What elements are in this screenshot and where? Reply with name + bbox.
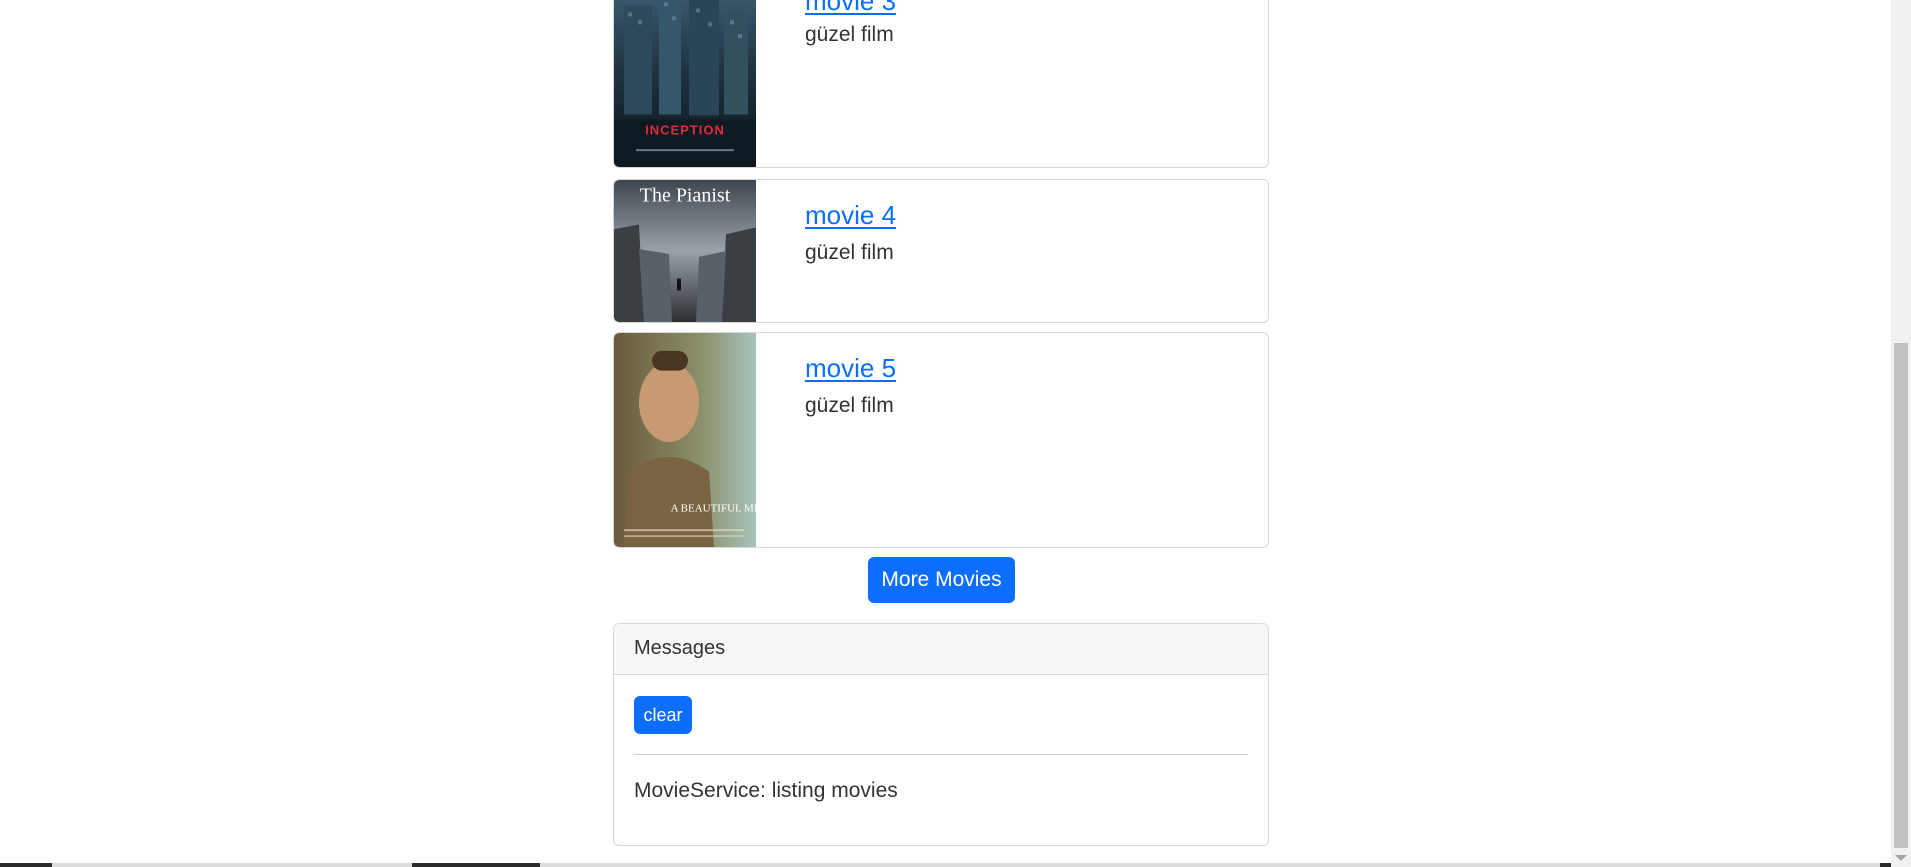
messages-title: Messages: [634, 637, 726, 659]
page: INCEPTION movie 3 güzel film The Pianist…: [0, 0, 1891, 867]
poster-title-text: The Pianist: [640, 185, 731, 207]
window-bottom-edge: [0, 863, 1891, 867]
message-item: MovieService: listing movies: [634, 779, 898, 802]
scrollbar-thumb[interactable]: [1894, 343, 1908, 848]
movie-card: INCEPTION movie 3 güzel film: [613, 0, 1269, 168]
poster-title-text: INCEPTION: [645, 122, 725, 137]
vertical-scrollbar[interactable]: [1891, 0, 1911, 867]
divider: [634, 754, 1248, 755]
movie-title-link[interactable]: movie 5: [805, 353, 896, 384]
movie-card: The Pianist movie 4 güzel film: [613, 179, 1269, 323]
movie-description: güzel film: [805, 394, 894, 417]
clear-button[interactable]: clear: [634, 696, 692, 734]
movie-description: güzel film: [805, 23, 894, 46]
messages-panel: Messages clear MovieService: listing mov…: [613, 623, 1269, 846]
movie-poster-image: The Pianist: [614, 180, 756, 322]
movie-title-link[interactable]: movie 3: [805, 0, 896, 17]
poster-title-text: A BEAUTIFUL MIND: [671, 502, 756, 514]
movie-title-link[interactable]: movie 4: [805, 200, 896, 231]
more-movies-button[interactable]: More Movies: [868, 557, 1015, 603]
movie-poster-image: INCEPTION: [614, 0, 756, 167]
movie-poster-image: A BEAUTIFUL MIND: [614, 333, 756, 547]
movie-description: güzel film: [805, 241, 894, 264]
messages-header: Messages: [614, 624, 1268, 675]
scroll-down-arrow-icon[interactable]: [1895, 855, 1907, 861]
movie-card: A BEAUTIFUL MIND movie 5 güzel film: [613, 332, 1269, 548]
